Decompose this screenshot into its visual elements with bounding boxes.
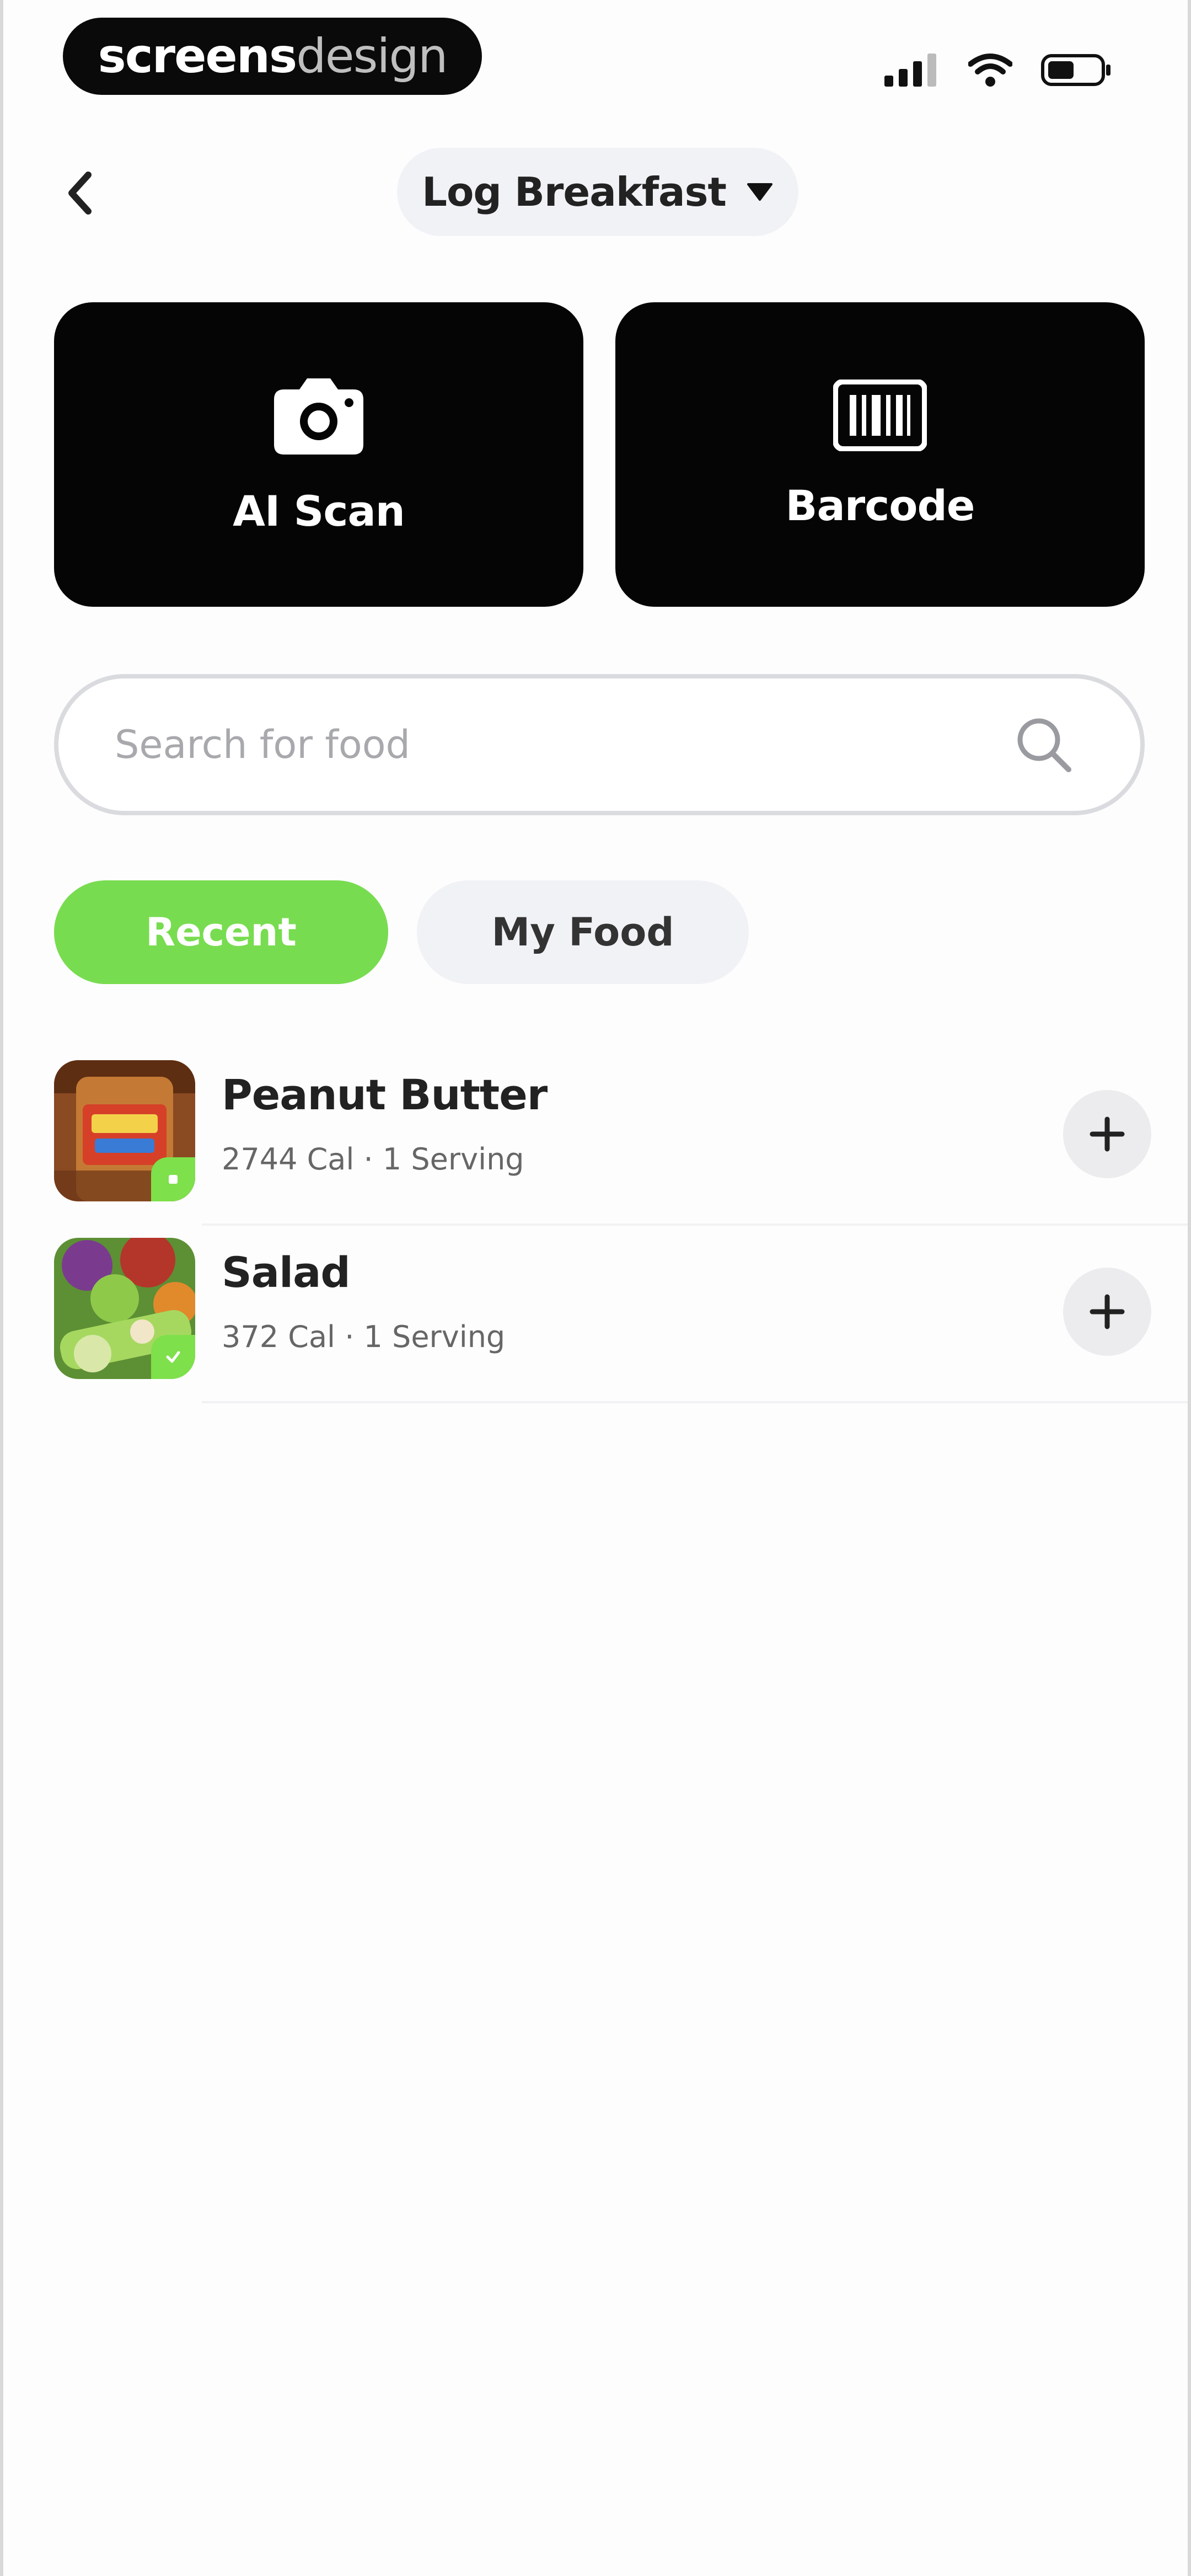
recent-food-list: Peanut Butter 2744 Cal · 1 Serving Salad… [3, 1048, 1188, 1403]
ai-scan-label: AI Scan [233, 486, 405, 536]
wifi-icon [968, 53, 1012, 87]
food-name: Peanut Butter [222, 1070, 548, 1119]
food-meta: 372 Cal · 1 Serving [222, 1319, 506, 1354]
brand-logo: screens design [63, 18, 482, 95]
ai-scan-button[interactable]: AI Scan [54, 302, 583, 607]
plus-icon [1090, 1294, 1125, 1329]
brand-text-bold: screens [98, 29, 298, 84]
barcode-button[interactable]: Barcode [615, 302, 1145, 607]
food-meta: 2744 Cal · 1 Serving [222, 1142, 524, 1177]
brand-text-light: design [296, 29, 448, 84]
meal-selector-label: Log Breakfast [422, 169, 727, 215]
signal-icon [884, 54, 940, 87]
food-badge [151, 1157, 195, 1201]
camera-icon [274, 378, 363, 455]
barcode-icon [833, 379, 927, 451]
barcode-label: Barcode [785, 480, 975, 530]
add-food-button[interactable] [1063, 1268, 1151, 1356]
back-button[interactable] [53, 160, 108, 226]
status-bar: screens design [3, 0, 1188, 127]
search-icon[interactable] [1013, 714, 1074, 775]
tab-my-food[interactable]: My Food [417, 880, 749, 984]
search-bar[interactable] [54, 674, 1145, 815]
food-name: Salad [222, 1248, 351, 1297]
battery-icon [1041, 53, 1113, 87]
food-log-screen: screens design Log Breakfast AI Scan Bar… [0, 0, 1191, 2576]
caret-down-icon [747, 183, 772, 201]
status-icons [884, 51, 1113, 89]
chevron-left-icon [68, 172, 92, 215]
meal-selector-dropdown[interactable]: Log Breakfast [397, 148, 798, 236]
list-item[interactable]: Peanut Butter 2744 Cal · 1 Serving [54, 1048, 1188, 1226]
food-badge [151, 1335, 195, 1379]
add-food-button[interactable] [1063, 1090, 1151, 1178]
tab-recent[interactable]: Recent [54, 880, 388, 984]
food-thumbnail [54, 1060, 195, 1201]
food-thumbnail [54, 1238, 195, 1379]
search-input[interactable] [114, 722, 1013, 768]
list-item[interactable]: Salad 372 Cal · 1 Serving [54, 1226, 1188, 1403]
plus-icon [1090, 1116, 1125, 1152]
